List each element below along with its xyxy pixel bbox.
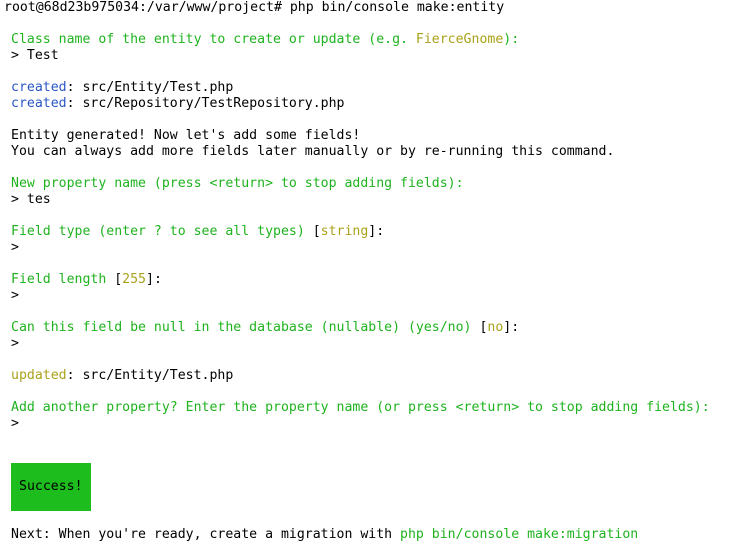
created-label: created <box>11 80 67 95</box>
nullable-default: no <box>487 320 504 335</box>
colon: : <box>376 224 385 239</box>
terminal-window[interactable]: root@68d23b975034:/var/www/project# php … <box>0 0 741 547</box>
updated-entity-path: : src/Entity/Test.php <box>66 368 234 383</box>
bracket-close: ] <box>146 272 154 287</box>
field-type-question: Field type (enter ? to see all types) [s… <box>11 224 384 240</box>
nullable-question: Can this field be null in the database (… <box>11 320 519 336</box>
entity-generated-message: Entity generated! Now let's add some fie… <box>11 128 361 143</box>
success-banner: Success! <box>11 463 91 511</box>
migration-command: php bin/console make:migration <box>400 527 639 542</box>
cursor-input-line[interactable]: > <box>11 416 19 432</box>
updated-entity-line: updated: src/Entity/Test.php <box>11 368 233 384</box>
colon: : <box>153 272 162 287</box>
class-name-question-post: ): <box>503 32 520 47</box>
field-length-question-text: Field length <box>11 272 115 287</box>
property-name-answer: > tes <box>11 192 51 207</box>
command-prompt-line: root@68d23b975034:/var/www/project# php … <box>4 0 505 15</box>
add-fields-hint: You can always add more fields later man… <box>11 144 615 159</box>
class-name-question: Class name of the entity to create or up… <box>11 32 519 48</box>
class-name-question-pre: Class name of the entity to create or up… <box>11 32 416 47</box>
bracket-open: [ <box>114 272 123 287</box>
bracket-open: [ <box>312 224 321 239</box>
success-text: Success! <box>19 479 83 494</box>
another-property-question: Add another property? Enter the property… <box>11 400 710 415</box>
field-type-answer: > <box>11 240 19 255</box>
class-name-answer: > Test <box>11 48 59 63</box>
property-name-question: New property name (press <return> to sto… <box>11 176 464 191</box>
created-entity-line: created: src/Entity/Test.php <box>11 80 233 96</box>
nullable-question-text: Can this field be null in the database (… <box>11 320 480 335</box>
updated-label: updated <box>11 368 67 383</box>
next-step-line: Next: When you're ready, create a migrat… <box>11 527 638 543</box>
nullable-answer: > <box>11 336 19 351</box>
field-type-default: string <box>320 224 369 239</box>
created-entity-path: : src/Entity/Test.php <box>66 80 234 95</box>
created-label: created <box>11 96 67 111</box>
next-step-text: Next: When you're ready, create a migrat… <box>11 527 401 542</box>
field-length-answer: > <box>11 288 19 303</box>
class-name-example: FierceGnome <box>415 32 504 47</box>
field-length-question: Field length [255]: <box>11 272 162 288</box>
field-length-default: 255 <box>122 272 146 287</box>
created-repository-path: : src/Repository/TestRepository.php <box>66 96 345 111</box>
field-type-question-text: Field type (enter ? to see all types) <box>11 224 313 239</box>
colon: : <box>511 320 520 335</box>
created-repository-line: created: src/Repository/TestRepository.p… <box>11 96 344 112</box>
